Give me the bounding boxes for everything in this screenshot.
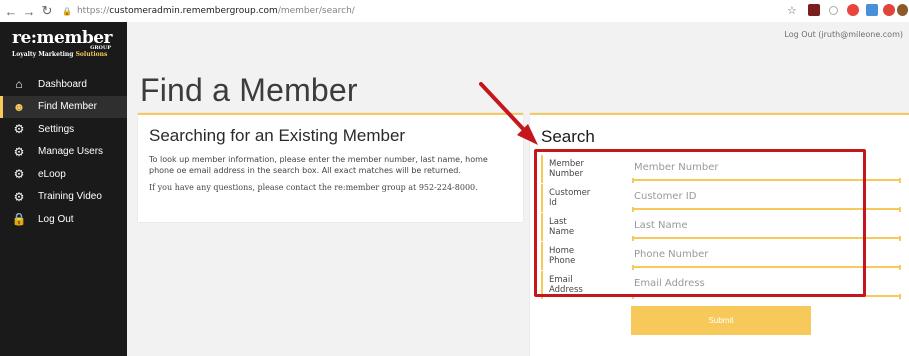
last-name-label: Last Name [541,213,621,241]
sidebar-item-training-video[interactable]: ⚙ Training Video [0,186,127,209]
sidebar-item-settings[interactable]: ⚙ Settings [0,118,127,141]
sidebar-item-dashboard[interactable]: ⌂ Dashboard [0,73,127,96]
profile-avatar[interactable] [897,4,908,16]
browser-toolbar: ← → ↻ 🔒 https://customeradmin.remembergr… [0,0,909,22]
last-name-wrap [632,213,901,241]
sidebar-item-label: Settings [38,123,75,135]
url-scheme: https:// [76,6,110,16]
extension-icon[interactable] [883,4,895,16]
sidebar-item-log-out[interactable]: 🔒 Log Out [0,208,127,231]
customer-id-input[interactable] [632,184,901,210]
info-card-text: To look up member information, please en… [149,155,488,175]
info-card-title: Searching for an Existing Member [149,126,406,145]
submit-button[interactable]: Submit [631,306,811,335]
search-card-title: Search [541,127,595,146]
home-icon: ⌂ [15,77,23,92]
last-name-input[interactable] [632,213,901,239]
sidebar-item-label: eLoop [38,168,66,180]
extension-icon[interactable] [866,4,878,16]
home-phone-row: Home Phone [541,242,901,270]
extension-icon[interactable] [847,4,859,16]
sidebar-item-find-member[interactable]: ☻ Find Member [0,95,127,118]
member-number-wrap [632,155,901,183]
gear-icon: ⚙ [13,189,25,204]
member-number-row: Member Number [541,155,901,183]
url-path: /member/search/ [277,6,355,16]
last-name-row: Last Name [541,213,901,241]
home-phone-label: Home Phone [541,242,621,270]
sidebar-item-eloop[interactable]: ⚙ eLoop [0,163,127,186]
users-icon: ☻ [12,99,26,114]
customer-id-row: Customer Id [541,184,901,212]
email-address-input[interactable] [632,271,901,297]
gear-icon: ⚙ [13,122,25,137]
logo-tagline: Loyalty Marketing Solutions [12,51,108,58]
email-address-row: Email Address [541,271,901,299]
sidebar-item-label: Dashboard [38,78,87,90]
info-card-contact: If you have any questions, please contac… [149,183,478,192]
member-number-label: Member Number [541,155,621,183]
logo: re:member GROUP Loyalty Marketing Soluti… [12,30,117,62]
email-address-wrap [632,271,901,299]
url-host: customeradmin.remembergroup.com [109,6,278,16]
forward-icon[interactable]: → [22,4,36,19]
gear-icon: ⚙ [13,167,25,182]
gear-icon: ⚙ [13,144,25,159]
back-icon[interactable]: ← [4,4,18,19]
page-title: Find a Member [140,72,358,108]
bookmark-star-icon[interactable]: ☆ [787,5,799,17]
sidebar: re:member GROUP Loyalty Marketing Soluti… [0,22,127,356]
customer-id-wrap [632,184,901,212]
logout-link[interactable]: Log Out (jruth@mileone.com) [784,30,903,39]
home-phone-wrap [632,242,901,270]
address-bar[interactable]: https://customeradmin.remembergroup.com/… [77,6,355,16]
logo-group-text: GROUP [90,45,111,51]
sidebar-item-label: Find Member [38,101,97,113]
sidebar-item-manage-users[interactable]: ⚙ Manage Users [0,141,127,164]
home-phone-input[interactable] [632,242,901,268]
info-card: Searching for an Existing Member To look… [138,113,523,222]
extension-icon[interactable] [829,6,838,15]
search-card: Search MemberNumber CustomerId LastName … [530,113,909,356]
sidebar-nav: ⌂ Dashboard ☻ Find Member ⚙ Settings ⚙ M… [0,73,127,231]
email-address-label: Email Address [541,271,621,299]
sidebar-item-label: Training Video [38,191,102,203]
sidebar-item-label: Manage Users [38,146,104,158]
extension-icon[interactable] [808,4,820,16]
lock-icon: 🔒 [62,6,72,16]
customer-id-label: Customer Id [541,184,621,212]
reload-icon[interactable]: ↻ [40,3,54,19]
main-content: Log Out (jruth@mileone.com) Find a Membe… [127,22,909,356]
lock-icon: 🔒 [11,212,27,227]
sidebar-item-label: Log Out [38,213,74,225]
member-number-input[interactable] [632,155,901,181]
